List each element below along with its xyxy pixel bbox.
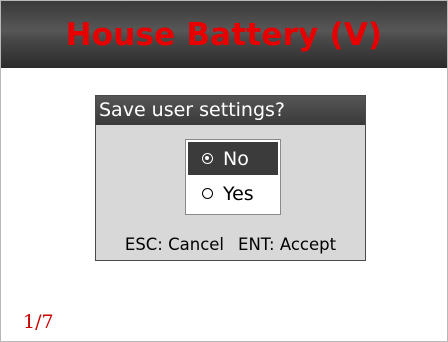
save-settings-dialog: Save user settings? No Yes ESC: Cancel E… <box>95 95 366 261</box>
radio-selected-icon <box>202 153 213 164</box>
option-no[interactable]: No <box>188 142 278 175</box>
option-no-label: No <box>223 147 249 170</box>
page-title: House Battery (V) <box>65 16 383 53</box>
option-yes[interactable]: Yes <box>188 177 278 210</box>
radio-unselected-icon <box>202 188 213 199</box>
options-list: No Yes <box>185 139 281 215</box>
accept-hint: ENT: Accept <box>238 235 337 254</box>
header-bar: House Battery (V) <box>1 1 447 68</box>
dialog-footer: ESC: Cancel ENT: Accept <box>96 235 365 254</box>
cancel-hint: ESC: Cancel <box>124 235 225 254</box>
screen: House Battery (V) Save user settings? No… <box>0 0 448 342</box>
page-indicator: 1/7 <box>23 311 54 333</box>
option-yes-label: Yes <box>223 182 254 205</box>
dialog-title: Save user settings? <box>96 96 365 125</box>
